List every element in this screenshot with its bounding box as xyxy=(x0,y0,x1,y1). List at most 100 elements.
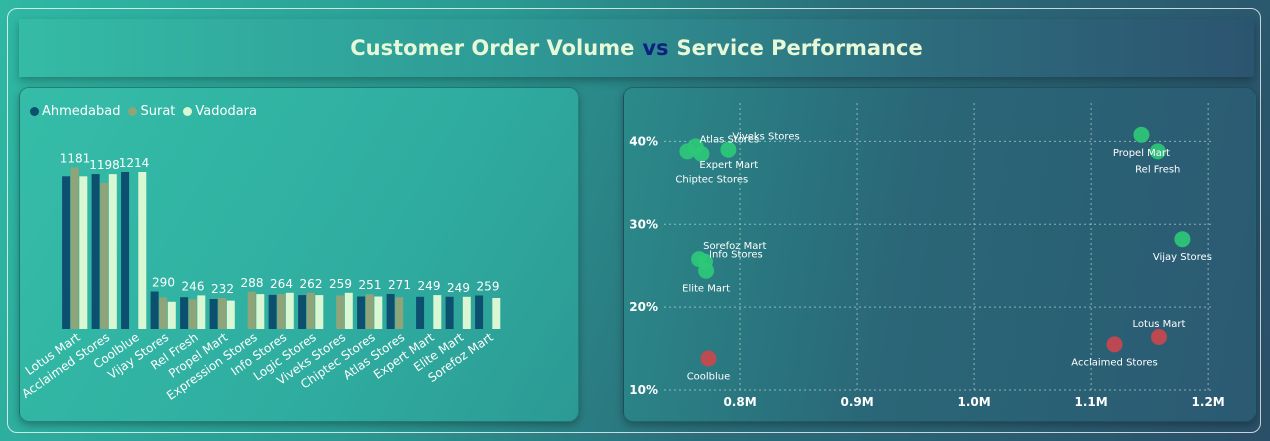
bar-surat[interactable] xyxy=(277,294,286,329)
bar-ahmedabad[interactable] xyxy=(445,296,454,329)
bar-group[interactable] xyxy=(357,294,383,330)
bar-data-label: 262 xyxy=(300,277,323,291)
bar-data-label: 271 xyxy=(388,278,411,292)
scatter-chart-panel: 0.8M 0.9M 1.0M 1.1M 1.2M 10% 20% 30% 40% Viveks S… xyxy=(623,87,1256,422)
title-part-3: Service Performance xyxy=(676,36,923,60)
bar-vadodara[interactable] xyxy=(226,300,235,329)
bar-surat[interactable] xyxy=(188,299,197,329)
bar-data-label: 1198 xyxy=(89,158,120,172)
bar-group[interactable] xyxy=(475,295,501,330)
scatter-point[interactable] xyxy=(1106,336,1123,353)
bar-ahmedabad[interactable] xyxy=(475,295,484,330)
y-tick-label: 20% xyxy=(629,300,658,314)
y-tick-label: 40% xyxy=(629,134,658,148)
scatter-point-label: Elite Mart xyxy=(682,284,730,295)
bar-vadodara[interactable] xyxy=(374,296,383,330)
scatter-point[interactable] xyxy=(1151,329,1167,345)
scatter-chart-svg: 0.8M 0.9M 1.0M 1.1M 1.2M10%20%30%40% Viveks S… xyxy=(629,103,1225,409)
bar-ahmedabad[interactable] xyxy=(180,297,189,329)
bar-surat[interactable] xyxy=(395,297,404,329)
bar-surat[interactable] xyxy=(365,294,374,329)
bar-data-label: 251 xyxy=(359,278,382,292)
bar-vadodara[interactable] xyxy=(285,292,294,329)
bar-ahmedabad[interactable] xyxy=(298,295,307,329)
scatter-point[interactable] xyxy=(698,262,715,279)
bar-data-label: 264 xyxy=(270,277,293,291)
bar-group[interactable] xyxy=(445,296,471,329)
bar-vadodara[interactable] xyxy=(167,301,176,329)
bar-data-label: 1181 xyxy=(60,151,91,165)
bar-vadodara[interactable] xyxy=(344,292,353,329)
bar-surat[interactable] xyxy=(100,182,109,329)
bar-vadodara[interactable] xyxy=(433,295,442,329)
x-tick-label: 1.2M xyxy=(1192,395,1225,409)
bar-group[interactable] xyxy=(62,167,88,329)
bar-ahmedabad[interactable] xyxy=(357,296,366,330)
bar-data-label: 290 xyxy=(152,276,175,290)
x-tick-label: 0.9M xyxy=(840,395,873,409)
scatter-point-label: Propel Mart xyxy=(1113,148,1170,159)
scatter-point-label: Chiptec Stores xyxy=(675,174,748,185)
x-tick-label: 0.8M xyxy=(723,395,756,409)
bar-group[interactable] xyxy=(91,174,117,329)
scatter-point-label: Coolblue xyxy=(687,372,731,383)
bar-data-label: 249 xyxy=(447,281,470,295)
bar-group[interactable] xyxy=(336,292,353,330)
scatter-point-label: Info Stores xyxy=(709,250,763,261)
bar-surat[interactable] xyxy=(336,295,345,330)
scatter-point-label: Atlas Stores xyxy=(700,134,760,145)
bar-vadodara[interactable] xyxy=(197,295,206,329)
bar-surat[interactable] xyxy=(159,297,168,329)
bar-data-label: 249 xyxy=(418,279,441,293)
bar-chart-panel: Ahmedabad Surat Vadodara 1181 Lotus Mart 119… xyxy=(19,87,579,422)
bar-ahmedabad[interactable] xyxy=(209,299,218,329)
y-tick-label: 10% xyxy=(629,383,658,397)
scatter-point-label: Rel Fresh xyxy=(1135,164,1180,175)
x-tick-label: 1.0M xyxy=(958,395,991,409)
bar-surat[interactable] xyxy=(306,292,315,329)
bar-ahmedabad[interactable] xyxy=(150,291,159,330)
bar-group[interactable] xyxy=(247,291,265,329)
bar-data-label: 246 xyxy=(182,279,205,293)
bar-vadodara[interactable] xyxy=(79,176,88,329)
x-tick-label: 1.1M xyxy=(1075,395,1108,409)
bar-vadodara[interactable] xyxy=(315,295,324,329)
bar-ahmedabad[interactable] xyxy=(268,294,277,329)
bar-data-label: 259 xyxy=(477,280,500,294)
bar-group[interactable] xyxy=(209,298,235,329)
scatter-point-label: Expert Mart xyxy=(699,160,758,171)
bar-surat[interactable] xyxy=(247,291,256,329)
bar-group[interactable] xyxy=(150,291,176,330)
scatter-point[interactable] xyxy=(700,350,717,367)
bar-chart-svg: 1181Lotus Mart1198Acclaimed Stores1214Co… xyxy=(20,151,501,403)
bar-ahmedabad[interactable] xyxy=(121,172,130,329)
bar-data-label: 232 xyxy=(211,282,234,296)
scatter-point[interactable] xyxy=(1133,126,1150,143)
bar-group[interactable] xyxy=(121,172,147,329)
scatter-point-label: Vijay Stores xyxy=(1153,252,1212,263)
bar-vadodara[interactable] xyxy=(138,172,147,329)
scatter-point[interactable] xyxy=(1174,231,1191,248)
bar-group[interactable] xyxy=(298,292,324,329)
bar-group[interactable] xyxy=(268,292,294,329)
title-part-1: Customer Order Volume xyxy=(350,36,635,60)
bar-group[interactable] xyxy=(386,294,404,329)
y-tick-label: 30% xyxy=(629,217,658,231)
bar-data-label: 288 xyxy=(241,276,264,290)
bar-group[interactable] xyxy=(180,295,206,329)
bar-ahmedabad[interactable] xyxy=(91,174,100,329)
bar-vadodara[interactable] xyxy=(256,294,265,329)
bar-ahmedabad[interactable] xyxy=(416,296,425,329)
scatter-point[interactable] xyxy=(679,143,696,160)
bar-surat[interactable] xyxy=(70,167,79,329)
bar-data-label: 1214 xyxy=(119,156,150,170)
bar-vadodara[interactable] xyxy=(462,296,471,329)
bar-vadodara[interactable] xyxy=(492,298,501,329)
bar-surat[interactable] xyxy=(218,298,227,329)
bar-data-label: 259 xyxy=(329,277,352,291)
title-part-2: vs xyxy=(642,36,669,60)
bar-ahmedabad[interactable] xyxy=(386,294,395,329)
bar-vadodara[interactable] xyxy=(108,174,117,329)
bar-group[interactable] xyxy=(416,295,442,329)
bar-ahmedabad[interactable] xyxy=(62,176,71,329)
